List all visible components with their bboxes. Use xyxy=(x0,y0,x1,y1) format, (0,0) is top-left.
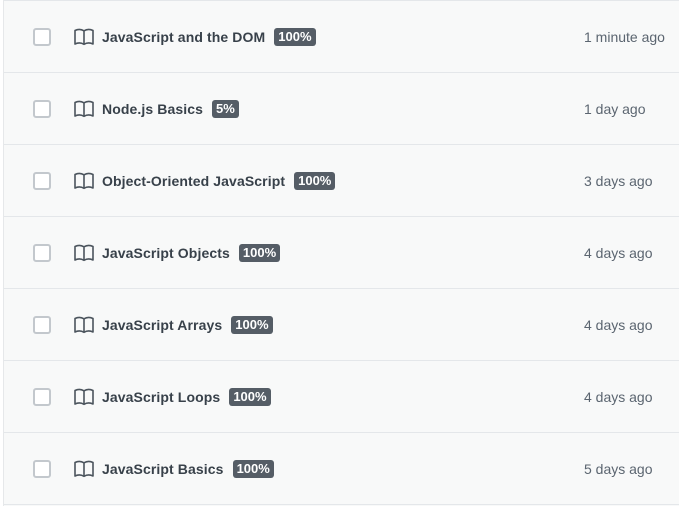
list-item[interactable]: JavaScript Arrays 100% 4 days ago xyxy=(4,289,679,361)
course-title[interactable]: JavaScript and the DOM xyxy=(102,29,265,45)
course-title[interactable]: JavaScript Loops xyxy=(102,389,220,405)
course-title-group: JavaScript Objects 100% xyxy=(102,243,281,262)
course-title[interactable]: Object-Oriented JavaScript xyxy=(102,173,285,189)
timestamp: 1 day ago xyxy=(584,100,646,117)
course-title-group: JavaScript Arrays 100% xyxy=(102,315,273,334)
progress-badge: 100% xyxy=(232,459,274,478)
row-checkbox[interactable] xyxy=(33,171,51,190)
timestamp: 4 days ago xyxy=(584,388,653,405)
course-title-group: JavaScript Basics 100% xyxy=(102,459,274,478)
row-checkbox[interactable] xyxy=(33,387,51,406)
book-icon xyxy=(74,316,94,334)
timestamp: 1 minute ago xyxy=(584,28,665,45)
book-icon xyxy=(74,244,94,262)
book-icon xyxy=(74,460,94,478)
course-title-group: Object-Oriented JavaScript 100% xyxy=(102,171,336,190)
progress-badge: 100% xyxy=(238,243,281,262)
course-title[interactable]: JavaScript Objects xyxy=(102,245,230,261)
course-title-group: JavaScript Loops 100% xyxy=(102,387,271,406)
list-item[interactable]: Node.js Basics 5% 1 day ago xyxy=(4,73,679,145)
book-icon xyxy=(74,100,94,118)
row-checkbox[interactable] xyxy=(33,99,51,118)
row-checkbox[interactable] xyxy=(33,27,51,46)
progress-badge: 100% xyxy=(231,315,273,334)
list-item[interactable]: JavaScript Basics 100% 5 days ago xyxy=(4,433,679,505)
progress-badge: 100% xyxy=(294,171,336,190)
row-checkbox[interactable] xyxy=(33,459,51,478)
course-title[interactable]: Node.js Basics xyxy=(102,101,203,117)
book-icon xyxy=(74,388,94,406)
course-title[interactable]: JavaScript Arrays xyxy=(102,317,222,333)
list-item[interactable]: JavaScript Objects 100% 4 days ago xyxy=(4,217,679,289)
timestamp: 3 days ago xyxy=(584,172,653,189)
row-checkbox[interactable] xyxy=(33,243,51,262)
course-title[interactable]: JavaScript Basics xyxy=(102,461,224,477)
timestamp: 4 days ago xyxy=(584,316,653,333)
course-title-group: JavaScript and the DOM 100% xyxy=(102,27,316,46)
book-icon xyxy=(74,28,94,46)
list-item[interactable]: Object-Oriented JavaScript 100% 3 days a… xyxy=(4,145,679,217)
progress-badge: 5% xyxy=(212,99,239,118)
row-checkbox[interactable] xyxy=(33,315,51,334)
progress-badge: 100% xyxy=(274,27,316,46)
list-item[interactable]: JavaScript Loops 100% 4 days ago xyxy=(4,361,679,433)
timestamp: 4 days ago xyxy=(584,244,653,261)
timestamp: 5 days ago xyxy=(584,460,653,477)
list-item[interactable]: JavaScript and the DOM 100% 1 minute ago xyxy=(4,0,679,73)
course-activity-list: JavaScript and the DOM 100% 1 minute ago… xyxy=(3,0,679,506)
course-title-group: Node.js Basics 5% xyxy=(102,99,239,118)
book-icon xyxy=(74,172,94,190)
progress-badge: 100% xyxy=(229,387,271,406)
